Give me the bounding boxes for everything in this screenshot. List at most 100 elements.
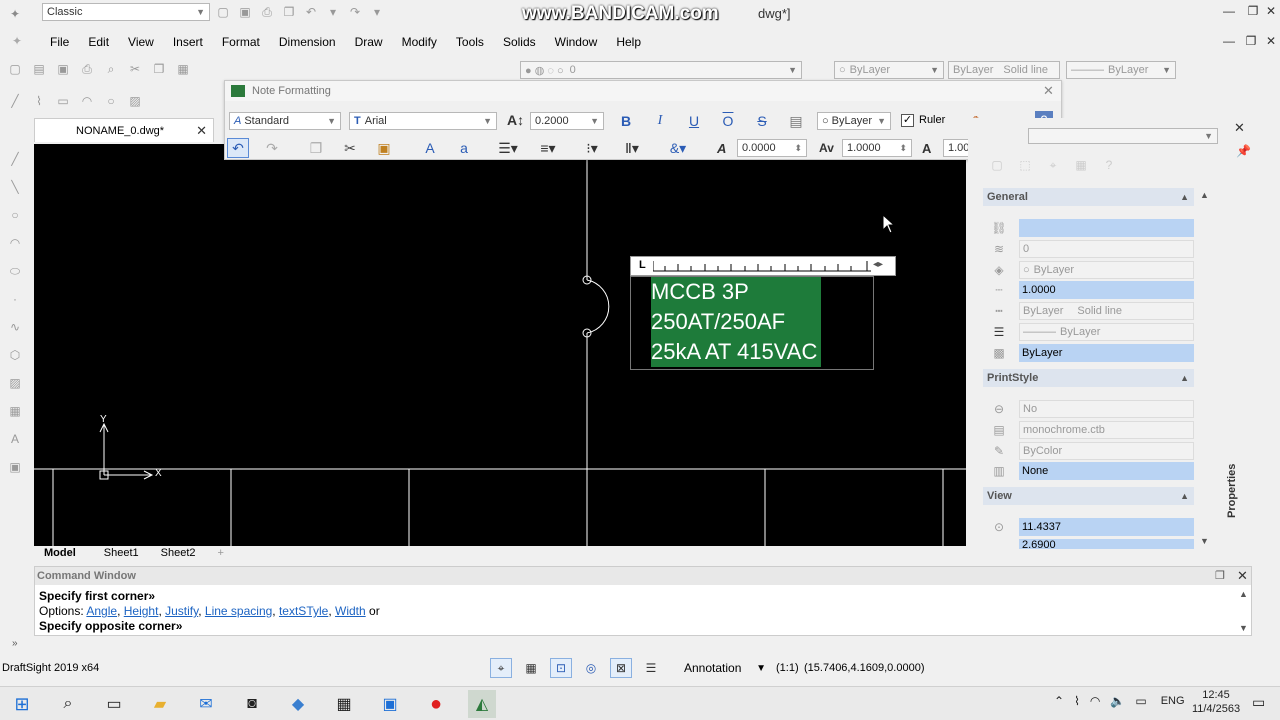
- menu-format[interactable]: Format: [222, 35, 260, 49]
- spline-icon[interactable]: ∿: [6, 318, 24, 336]
- linetype-select[interactable]: ByLayer Solid line: [948, 61, 1060, 79]
- hatch-icon[interactable]: ▨: [6, 374, 24, 392]
- menu-help[interactable]: Help: [616, 35, 641, 49]
- restore-icon[interactable]: ❐: [1244, 2, 1262, 20]
- quick-select-icon[interactable]: ⌖: [1044, 156, 1062, 174]
- copy-icon[interactable]: ❐: [150, 60, 168, 78]
- menu-file[interactable]: File: [50, 35, 69, 49]
- windows-start-icon[interactable]: ⊞: [8, 690, 36, 718]
- option-height[interactable]: Height: [124, 604, 159, 618]
- calculator-icon[interactable]: ▦: [330, 690, 358, 718]
- layer-select[interactable]: ● ◍ ◌ ○ 0 ▼: [520, 61, 802, 79]
- copy-button[interactable]: ❐: [305, 138, 327, 158]
- menu-modify[interactable]: Modify: [402, 35, 437, 49]
- tray-chevron-icon[interactable]: ⌃: [1054, 694, 1064, 708]
- close-icon[interactable]: ✕: [1262, 2, 1280, 20]
- save-icon[interactable]: ▣: [54, 60, 72, 78]
- scrollbar-track[interactable]: ▲ ▼: [1200, 190, 1212, 546]
- menu-edit[interactable]: Edit: [88, 35, 109, 49]
- dropdown-icon[interactable]: ▾: [324, 3, 342, 21]
- linetype-value[interactable]: ByLayer Solid line: [1019, 302, 1194, 320]
- app-icon[interactable]: ◆: [284, 690, 312, 718]
- ruler-resize-icon[interactable]: ◂▸: [873, 259, 883, 270]
- command-expand-icon[interactable]: »: [12, 638, 18, 649]
- ray-icon[interactable]: ╲: [6, 178, 24, 196]
- pin-icon[interactable]: 📌: [1236, 144, 1251, 158]
- lineweight-select[interactable]: ——— ByLayer ▼: [1066, 61, 1176, 79]
- overline-button[interactable]: O: [717, 111, 739, 131]
- lowercase-button[interactable]: a: [453, 138, 475, 158]
- copy-icon[interactable]: ❐: [280, 3, 298, 21]
- polygon-icon[interactable]: ⬡: [6, 346, 24, 364]
- arc-icon[interactable]: ◠: [78, 92, 96, 110]
- layer-value[interactable]: 0: [1019, 240, 1194, 258]
- general-section-header[interactable]: General ▲: [983, 188, 1194, 206]
- option-textstyle[interactable]: textSTyle: [279, 604, 328, 618]
- language-indicator[interactable]: ENG: [1161, 695, 1185, 707]
- doc-minimize-icon[interactable]: —: [1220, 32, 1238, 50]
- text-height-input[interactable]: 0.2000 ▼: [530, 112, 604, 130]
- undo-button[interactable]: ↶: [227, 138, 249, 158]
- esnap-icon[interactable]: ⊠: [610, 658, 632, 678]
- arc-icon[interactable]: ◠: [6, 234, 24, 252]
- justify-icon[interactable]: ≡▾: [537, 138, 559, 158]
- etrack-icon[interactable]: ☰: [640, 658, 662, 678]
- circle-icon[interactable]: ○: [102, 92, 120, 110]
- scroll-down-icon[interactable]: ▼: [1239, 623, 1248, 633]
- rectangle-icon[interactable]: ▭: [54, 92, 72, 110]
- dialog-titlebar[interactable]: Note Formatting ✕: [225, 81, 1061, 101]
- menu-insert[interactable]: Insert: [173, 35, 203, 49]
- file-explorer-icon[interactable]: ▰: [146, 690, 174, 718]
- printstyle-section-header[interactable]: PrintStyle ▲: [983, 369, 1194, 387]
- printstyle-none-value[interactable]: None: [1019, 462, 1194, 480]
- snap-icon[interactable]: ⌖: [490, 658, 512, 678]
- app-menu-icon[interactable]: ✦: [8, 32, 26, 50]
- symbol-insert-icon[interactable]: &▾: [667, 138, 689, 158]
- device-icon[interactable]: ▭: [1135, 694, 1146, 708]
- circle-icon[interactable]: ○: [6, 206, 24, 224]
- selection-select[interactable]: ▼: [1028, 128, 1218, 144]
- tab-model[interactable]: Model: [44, 547, 76, 559]
- uppercase-button[interactable]: A: [419, 138, 441, 158]
- workspace-select[interactable]: Classic ▼: [42, 3, 210, 21]
- print-icon[interactable]: ⎙: [258, 3, 276, 21]
- panel-close-icon[interactable]: ✕: [1234, 120, 1245, 136]
- cut-button[interactable]: ✂: [339, 138, 361, 158]
- clock[interactable]: 12:45 11/4/2563: [1186, 688, 1246, 716]
- style-select[interactable]: A Standard ▼: [229, 112, 341, 130]
- tab-sheet2[interactable]: Sheet2: [161, 547, 196, 559]
- italic-button[interactable]: I: [649, 111, 671, 131]
- text-color-select[interactable]: ○ ByLayer ▼: [817, 112, 891, 130]
- note-icon[interactable]: A: [6, 430, 24, 448]
- lineweight-value[interactable]: ——— ByLayer: [1019, 323, 1194, 341]
- bandicam-record-icon[interactable]: ●: [422, 690, 450, 718]
- option-width[interactable]: Width: [335, 604, 366, 618]
- redo-button[interactable]: ↷: [261, 138, 283, 158]
- scroll-up-icon[interactable]: ▲: [1200, 190, 1209, 200]
- cut-icon[interactable]: ✂: [126, 60, 144, 78]
- insert-field-icon[interactable]: Ⅱ▾: [621, 138, 643, 158]
- hatch-icon[interactable]: ▨: [126, 92, 144, 110]
- camera-icon[interactable]: ◙: [238, 690, 266, 718]
- doc-close-icon[interactable]: ✕: [1262, 32, 1280, 50]
- help-q-icon[interactable]: ?: [1100, 156, 1118, 174]
- drawing-canvas[interactable]: Y X L ◂▸ MCCB 3P 250AT/250AF 25kA AT 415…: [34, 144, 966, 546]
- filter-icon[interactable]: ▦: [1072, 156, 1090, 174]
- oblique-input[interactable]: 0.0000 ⬍: [737, 139, 807, 157]
- ellipse-icon[interactable]: ⬭: [6, 262, 24, 280]
- color-select[interactable]: ○ ByLayer ▼: [834, 61, 944, 79]
- text-ruler[interactable]: L ◂▸: [630, 256, 896, 276]
- save-icon[interactable]: ▣: [236, 3, 254, 21]
- option-angle[interactable]: Angle: [86, 604, 117, 618]
- linetype-scale-value[interactable]: 1.0000: [1019, 281, 1194, 299]
- grid-icon[interactable]: ▦: [520, 658, 542, 678]
- option-line-spacing[interactable]: Line spacing: [205, 604, 272, 618]
- close-tab-icon[interactable]: ✕: [196, 123, 207, 139]
- transparency-value[interactable]: ByLayer: [1019, 344, 1194, 362]
- undo-icon[interactable]: ↶: [302, 3, 320, 21]
- line-spacing-icon[interactable]: ☰▾: [497, 138, 519, 158]
- select-icon[interactable]: ⬚: [1016, 156, 1034, 174]
- color-value[interactable]: ○ ByLayer: [1019, 261, 1194, 279]
- bullets-icon[interactable]: ⁝▾: [581, 138, 603, 158]
- block-icon[interactable]: ▣: [6, 458, 24, 476]
